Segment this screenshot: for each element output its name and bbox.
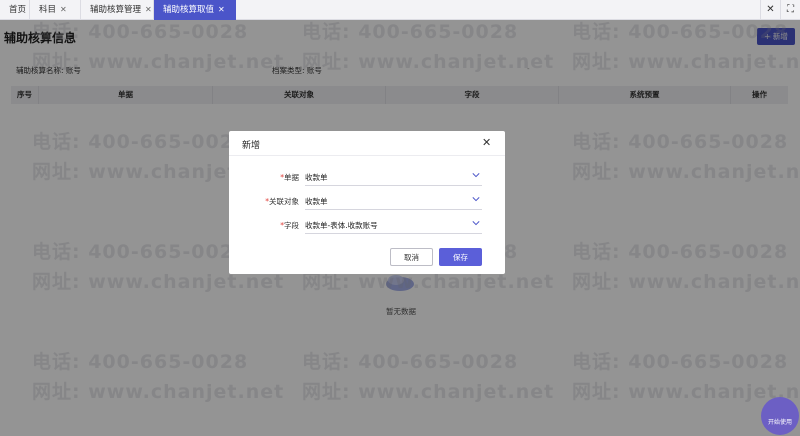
related-object-field-label: *关联对象 bbox=[265, 197, 299, 206]
chevron-down-icon[interactable] bbox=[472, 195, 480, 203]
tab-label: 科目 bbox=[39, 5, 57, 15]
start-using-button[interactable]: 开始使用 bbox=[761, 397, 799, 435]
tab-subjects[interactable]: 科目 ✕ bbox=[30, 0, 81, 20]
chevron-down-icon[interactable] bbox=[472, 219, 480, 227]
fullscreen-icon[interactable]: ⛶ bbox=[780, 0, 800, 20]
cancel-button[interactable]: 取消 bbox=[390, 248, 433, 266]
close-icon[interactable]: ✕ bbox=[482, 136, 491, 149]
document-select-value: 收款单 bbox=[305, 173, 328, 182]
close-icon[interactable]: ✕ bbox=[218, 0, 225, 20]
tab-label: 辅助核算取值 bbox=[163, 5, 215, 15]
save-button[interactable]: 保存 bbox=[439, 248, 482, 266]
document-field-label: *单据 bbox=[280, 173, 299, 182]
dialog-divider bbox=[229, 155, 505, 156]
start-using-label: 开始使用 bbox=[767, 419, 792, 426]
chevron-down-icon[interactable] bbox=[472, 171, 480, 179]
close-all-icon[interactable]: ✕ bbox=[760, 0, 780, 20]
add-dialog: 新增 ✕ *单据 收款单 *关联对象 收款单 *字段 收款单-表体.收款账号 取… bbox=[229, 131, 505, 274]
tab-label: 辅助核算管理 bbox=[90, 5, 142, 15]
close-icon[interactable]: ✕ bbox=[145, 0, 152, 20]
tab-aux-accounting-values[interactable]: 辅助核算取值 ✕ bbox=[154, 0, 236, 20]
tab-home[interactable]: 首页 bbox=[0, 0, 30, 20]
related-object-select-value: 收款单 bbox=[305, 197, 328, 206]
document-select[interactable]: 收款单 bbox=[305, 172, 482, 186]
close-icon[interactable]: ✕ bbox=[60, 0, 67, 20]
related-object-select[interactable]: 收款单 bbox=[305, 196, 482, 210]
window-controls: ✕ ⛶ bbox=[760, 0, 800, 20]
dialog-title: 新增 bbox=[242, 141, 261, 151]
field-select-value: 收款单-表体.收款账号 bbox=[305, 221, 378, 230]
tab-aux-accounting-management[interactable]: 辅助核算管理 ✕ bbox=[81, 0, 154, 20]
tab-label: 首页 bbox=[9, 5, 27, 15]
field-field-label: *字段 bbox=[280, 221, 299, 230]
tab-bar: 首页 科目 ✕ 辅助核算管理 ✕ 辅助核算取值 ✕ ✕ ⛶ bbox=[0, 0, 800, 20]
field-select[interactable]: 收款单-表体.收款账号 bbox=[305, 220, 482, 234]
